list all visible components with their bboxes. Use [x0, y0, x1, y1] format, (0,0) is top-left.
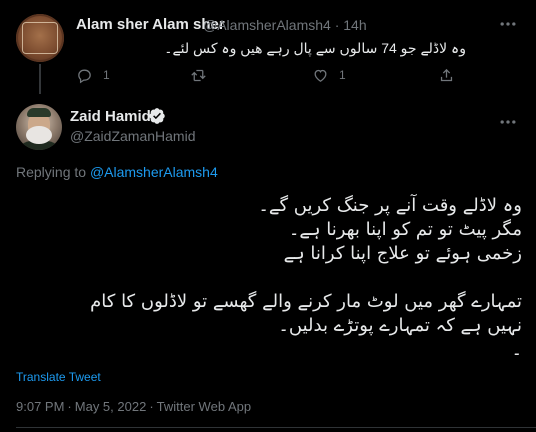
- tweet-text: وہ لاڈلے وقت آنے پر جنگ کریں گے۔ مگر پیٹ…: [16, 194, 522, 362]
- like-count: 1: [339, 68, 346, 82]
- thread-connector-line: [39, 64, 41, 94]
- tweet-text-line: زخمی ہوئے تو علاج اپنا کرانا ہے: [283, 243, 522, 264]
- divider: [16, 427, 536, 428]
- reply-icon[interactable]: [76, 67, 93, 84]
- reply-action[interactable]: 1: [76, 66, 110, 84]
- author-name[interactable]: Zaid Hamid: [70, 108, 151, 125]
- avatar[interactable]: [16, 104, 62, 150]
- translate-tweet-link[interactable]: Translate Tweet: [16, 370, 101, 384]
- verified-badge-icon: [148, 107, 166, 125]
- tweet-text-line: [16, 266, 522, 290]
- like-icon[interactable]: [312, 67, 329, 84]
- more-icon[interactable]: [498, 112, 522, 132]
- reply-time[interactable]: 14h: [343, 17, 366, 33]
- retweet-icon[interactable]: [190, 67, 207, 84]
- avatar-beard: [26, 126, 52, 144]
- reply-dot: ·: [334, 17, 340, 33]
- avatar-cap: [27, 108, 51, 117]
- meta-separator: ·: [149, 399, 154, 414]
- share-icon[interactable]: [438, 67, 455, 84]
- replying-to-prefix: Replying to: [16, 164, 87, 180]
- retweet-action[interactable]: [190, 66, 217, 84]
- tweet-date[interactable]: May 5, 2022: [75, 399, 147, 414]
- tweet-text-line: نہیں ہے کہ تمہارے پوتڑے بدلیں۔: [278, 315, 522, 336]
- more-icon[interactable]: [498, 14, 522, 34]
- meta-separator: ·: [67, 399, 72, 414]
- tweet-time[interactable]: 9:07 PM: [16, 399, 64, 414]
- share-action[interactable]: [438, 66, 455, 84]
- reply-text: وہ لاڈلے جو 74 سالوں سے پال رہے ھیں وہ ک…: [164, 40, 466, 56]
- tweet-text-line: ۔: [511, 339, 522, 360]
- replying-to-handle-link[interactable]: @AlamsherAlamsh4: [90, 164, 218, 180]
- reply-author-meta: @AlamsherAlamsh4 · 14h: [203, 17, 367, 33]
- tweet-text-line: مگر پیٹ تو تم کو اپنا بھرنا ہے۔: [288, 219, 522, 240]
- reply-count: 1: [103, 68, 110, 82]
- tweet-text-line: تمہارے گھر میں لوٹ مار کرنے والے گھسے تو…: [90, 291, 522, 312]
- tweet-source[interactable]: Twitter Web App: [157, 399, 251, 414]
- tweet-metadata: 9:07 PM · May 5, 2022 · Twitter Web App: [16, 399, 251, 414]
- like-action[interactable]: 1: [312, 66, 346, 84]
- author-handle[interactable]: @ZaidZamanHamid: [70, 128, 195, 144]
- tweet-text-line: وہ لاڈلے وقت آنے پر جنگ کریں گے۔: [258, 195, 522, 216]
- replying-to: Replying to @AlamsherAlamsh4: [16, 164, 218, 180]
- reply-author-handle[interactable]: @AlamsherAlamsh4: [203, 17, 331, 33]
- avatar[interactable]: [16, 14, 64, 62]
- avatar-seal-image: [22, 22, 58, 54]
